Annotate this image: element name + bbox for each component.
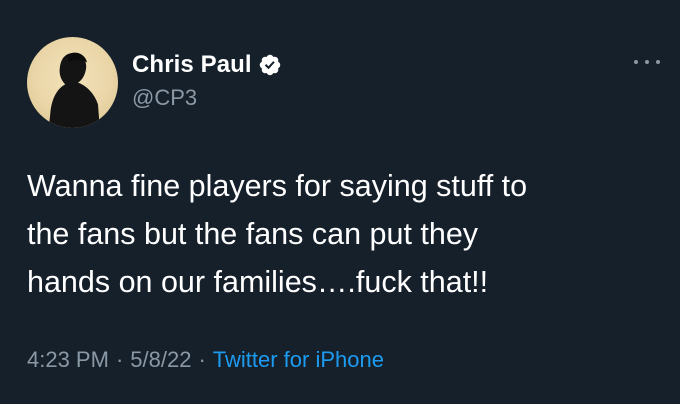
- verified-badge-icon: [259, 54, 280, 76]
- display-name[interactable]: Chris Paul: [132, 50, 252, 80]
- person-silhouette-icon: [48, 52, 100, 128]
- more-dot: [656, 60, 660, 64]
- tweet-source-link[interactable]: Twitter for iPhone: [213, 347, 384, 372]
- author-name-row[interactable]: Chris Paul: [132, 50, 282, 80]
- tweet-meta: 4:23 PM · 5/8/22 · Twitter for iPhone: [27, 345, 384, 375]
- tweet-time[interactable]: 4:23 PM: [27, 347, 109, 372]
- author-handle[interactable]: @CP3: [132, 84, 197, 112]
- separator-dot: ·: [115, 347, 124, 372]
- more-options-icon[interactable]: [634, 54, 660, 70]
- more-dot: [645, 60, 649, 64]
- separator-dot: ·: [198, 347, 206, 372]
- tweet-card: Chris Paul @CP3 Wanna fine players for s…: [0, 0, 680, 404]
- tweet-text: Wanna fine players for saying stuff to t…: [27, 169, 528, 299]
- more-dot: [634, 60, 638, 64]
- tweet-date[interactable]: 5/8/22: [130, 347, 191, 372]
- avatar[interactable]: [27, 37, 118, 128]
